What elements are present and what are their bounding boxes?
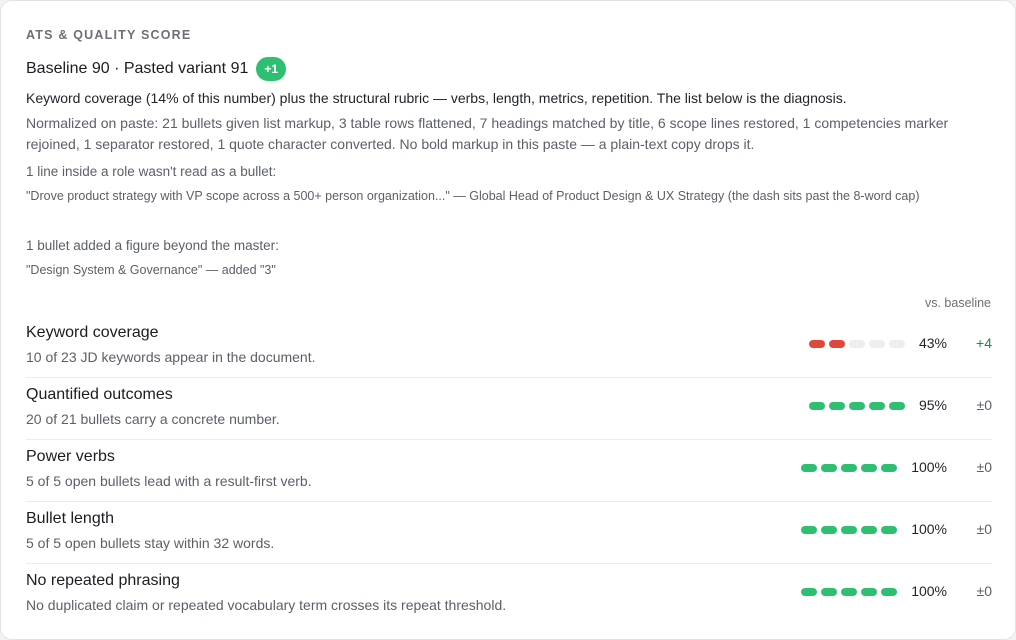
level-pip	[849, 402, 865, 410]
metric-percent: 95%	[918, 397, 947, 413]
metric-description: 5 of 5 open bullets stay within 32 words…	[26, 535, 275, 551]
metric-description: No duplicated claim or repeated vocabula…	[26, 597, 507, 613]
ats-quality-card: ATS & QUALITY SCORE Baseline 90 · Pasted…	[0, 0, 1016, 640]
level-pip	[849, 340, 865, 348]
level-pip	[841, 526, 857, 534]
level-pip	[829, 340, 845, 348]
metric-percent: 43%	[918, 335, 947, 351]
level-pip	[869, 340, 885, 348]
level-pip	[809, 340, 825, 348]
metric-row: Quantified outcomes 20 of 21 bullets carr…	[26, 378, 992, 440]
added-figure-label: 1 bullet added a figure beyond the maste…	[26, 238, 279, 253]
level-pip	[821, 588, 837, 596]
metric-description: 10 of 23 JD keywords appear in the docum…	[26, 349, 316, 365]
level-pip	[821, 526, 837, 534]
level-pip	[841, 464, 857, 472]
metric-delta: ±0	[976, 397, 992, 413]
metric-delta: ±0	[976, 521, 992, 537]
unread-bullet-label: 1 line inside a role wasn't read as a bu…	[26, 164, 277, 179]
metric-delta: ±0	[976, 459, 992, 475]
level-pip	[889, 340, 905, 348]
level-pip	[881, 588, 897, 596]
metric-row: Power verbs 5 of 5 open bullets lead with…	[26, 440, 992, 502]
vs-baseline-header: vs. baseline	[924, 296, 991, 310]
metric-row: No repeated phrasing No duplicated claim …	[26, 564, 992, 626]
level-pip	[801, 526, 817, 534]
level-pip	[861, 526, 877, 534]
metric-level-indicator	[801, 526, 897, 534]
metric-level-indicator	[801, 464, 897, 472]
level-pip	[809, 402, 825, 410]
level-pip	[829, 402, 845, 410]
level-pip	[889, 402, 905, 410]
level-pip	[801, 588, 817, 596]
metric-row: Bullet length 5 of 5 open bullets stay wi…	[26, 502, 992, 564]
metric-level-indicator	[801, 588, 897, 596]
score-summary: Keyword coverage (14% of this number) pl…	[26, 90, 847, 106]
metric-name: No repeated phrasing	[26, 572, 180, 589]
metric-level-indicator	[809, 340, 905, 348]
metric-delta: ±0	[976, 583, 992, 599]
level-pip	[881, 464, 897, 472]
metric-name: Power verbs	[26, 448, 115, 465]
metric-percent: 100%	[911, 459, 947, 475]
level-pip	[841, 588, 857, 596]
metric-description: 20 of 21 bullets carry a concrete number…	[26, 411, 280, 427]
score-delta-badge: +1	[256, 57, 287, 81]
metric-name: Bullet length	[26, 510, 115, 527]
metric-row: Keyword coverage 10 of 23 JD keywords app…	[26, 316, 992, 378]
normalization-note: Normalized on paste: 21 bullets given li…	[26, 115, 949, 152]
level-pip	[881, 526, 897, 534]
section-title: ATS & QUALITY SCORE	[26, 28, 192, 42]
metric-level-indicator	[809, 402, 905, 410]
level-pip	[801, 464, 817, 472]
metric-delta: +4	[976, 335, 992, 351]
unread-bullet-quote: "Drove product strategy with VP scope ac…	[26, 189, 920, 203]
score-headline-text: Baseline 90 · Pasted variant 91	[26, 60, 249, 77]
metric-percent: 100%	[911, 521, 947, 537]
level-pip	[861, 588, 877, 596]
level-pip	[821, 464, 837, 472]
level-pip	[861, 464, 877, 472]
level-pip	[869, 402, 885, 410]
added-figure-quote: "Design System & Governance" — added "3"	[26, 263, 276, 277]
metric-name: Keyword coverage	[26, 324, 159, 341]
metric-name: Quantified outcomes	[26, 386, 173, 403]
metric-description: 5 of 5 open bullets lead with a result-f…	[26, 473, 312, 489]
metric-percent: 100%	[911, 583, 947, 599]
score-headline: Baseline 90 · Pasted variant 91 +1	[26, 57, 287, 81]
